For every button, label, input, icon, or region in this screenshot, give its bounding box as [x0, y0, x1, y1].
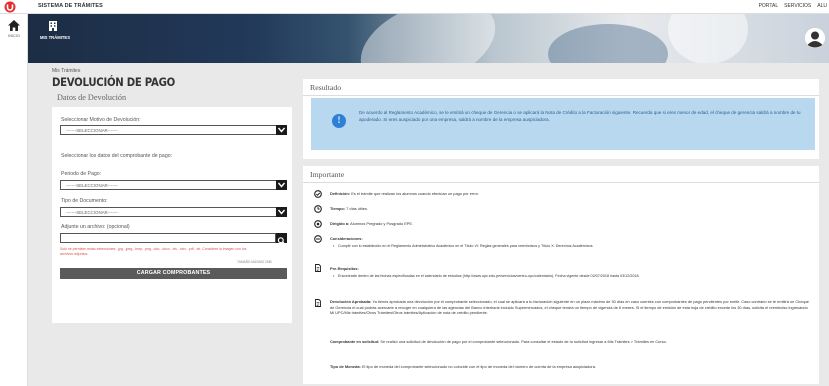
tipo-moneda-label: Tipo de Moneda:: [330, 364, 361, 369]
load-comprobantes-button[interactable]: CARGAR COMPROBANTES: [60, 268, 287, 279]
tiempo-item: Tiempo: 7 días útiles.: [330, 206, 810, 212]
top-bar: SISTEMA DE TRÁMITES PORTAL SERVICIOS ALU: [0, 0, 829, 14]
dirigido-label: Dirigido a:: [330, 221, 350, 226]
building-icon[interactable]: [48, 20, 58, 31]
devolucion-aprobada-text: Ya tienes aprobada una devolución por el…: [330, 299, 809, 316]
upc-logo[interactable]: [4, 1, 16, 13]
top-nav-portal[interactable]: PORTAL: [759, 3, 779, 9]
archivo-input[interactable]: [60, 233, 276, 243]
resultado-title: Resultado: [310, 83, 342, 92]
avatar[interactable]: [805, 28, 825, 48]
chevron-down-icon[interactable]: [276, 180, 287, 190]
top-nav-servicios[interactable]: SERVICIOS: [784, 3, 811, 9]
top-nav: PORTAL SERVICIOS ALU: [759, 3, 827, 9]
consideraciones-bullet: Cumplir con lo establecido en el Reglame…: [333, 244, 808, 250]
tipo-documento-label: Tipo de Documento:: [61, 198, 108, 204]
periodo-select-value: -------SELECCIONAR-------: [66, 183, 118, 188]
home-icon[interactable]: [8, 20, 20, 31]
periodo-label: Periodo de Pago:: [61, 171, 102, 177]
user-icon: [805, 28, 825, 48]
resultado-alert: ! De acuerdo al Reglamento Académico, se…: [311, 98, 815, 150]
periodo-select[interactable]: -------SELECCIONAR-------: [60, 180, 287, 190]
comprobante-solicitud-label: Comprobante en solicitud:: [330, 339, 380, 344]
consideraciones-item: Consideraciones:: [330, 236, 810, 242]
mis-tramites-label[interactable]: MIS TRÁMITES: [40, 35, 70, 40]
importante-title: Importante: [310, 170, 345, 179]
pre-requisitos-item: Pre-Requisitos:: [330, 266, 810, 272]
devolucion-aprobada-item: Devolución Aprobada: Ya tienes aprobada …: [330, 299, 812, 316]
chevron-down-icon[interactable]: [276, 207, 287, 217]
pre-requisitos-label: Pre-Requisitos:: [330, 266, 359, 271]
left-nav: INICIO: [0, 14, 28, 386]
tipo-documento-select[interactable]: -------SELECCIONAR-------: [60, 207, 287, 217]
resultado-message: De acuerdo al Reglamento Académico, se l…: [359, 110, 801, 122]
comprobante-solicitud-text: Se realizó una solicitud de devolución d…: [380, 339, 667, 344]
banner-decoration: [548, 24, 668, 63]
target-icon: [314, 220, 322, 228]
max-size-note: TAMAÑO MÁXIMO 2MB: [237, 260, 272, 264]
form-card: Seleccionar Motivo de Devolución: ------…: [52, 107, 292, 323]
search-icon: [277, 237, 286, 245]
devolucion-aprobada-label: Devolución Aprobada:: [330, 299, 372, 304]
definicion-label: Definición:: [330, 191, 351, 196]
home-label[interactable]: INICIO: [0, 34, 28, 38]
consideraciones-label: Consideraciones:: [330, 236, 363, 241]
motivo-select-value: -------SELECCIONAR-------: [66, 128, 118, 133]
file-error-text: Solo se permiten estas extensiones: .jpg…: [60, 247, 247, 256]
archivo-label: Adjunte un archivo: (opcional): [61, 224, 130, 230]
definicion-item: Definición: Es el trámite que realizan l…: [330, 191, 810, 197]
file-browse-button[interactable]: [276, 233, 287, 245]
dirigido-text: Alumnos Pregrado y Posgrado EPE.: [350, 221, 414, 226]
divider: [303, 95, 819, 96]
pre-requisitos-bullet: Encontrarte dentro de las fechas especif…: [333, 274, 778, 280]
comprobante-label: Seleccionar los datos del comprobante de…: [61, 153, 173, 159]
document-icon: [315, 264, 321, 272]
header-banner: MIS TRÁMITES: [28, 14, 829, 63]
comprobante-solicitud-item: Comprobante en solicitud: Se realizó una…: [330, 339, 812, 345]
definicion-text: Es el trámite que realizan los alumnos c…: [351, 191, 479, 196]
motivo-select[interactable]: -------SELECCIONAR-------: [60, 125, 287, 135]
tipo-documento-select-value: -------SELECCIONAR-------: [66, 210, 118, 215]
dirigido-item: Dirigido a: Alumnos Pregrado y Posgrado …: [330, 221, 810, 227]
tiempo-text: 7 días útiles.: [346, 206, 368, 211]
breadcrumb[interactable]: Mis Trámites: [52, 68, 80, 74]
clock-icon: [314, 205, 322, 213]
minus-circle-icon: [314, 235, 322, 243]
tipo-moneda-item: Tipo de Moneda: El tipo de moneda del co…: [330, 364, 812, 370]
banner-decoration: [668, 14, 748, 63]
top-nav-alu[interactable]: ALU: [817, 3, 827, 9]
page-subtitle: Datos de Devolución: [57, 93, 127, 102]
chevron-down-icon[interactable]: [276, 125, 287, 135]
divider: [303, 182, 819, 183]
tipo-moneda-text: El tipo de moneda del comprobante selecc…: [361, 364, 596, 369]
page-title: DEVOLUCIÓN DE PAGO: [52, 75, 175, 89]
motivo-label: Seleccionar Motivo de Devolución:: [61, 117, 141, 123]
system-title: SISTEMA DE TRÁMITES: [38, 3, 103, 9]
tiempo-label: Tiempo:: [330, 206, 346, 211]
banner-decoration: [348, 14, 508, 63]
document-icon: [315, 299, 321, 307]
info-icon: !: [332, 114, 346, 128]
check-circle-icon: [314, 190, 322, 198]
